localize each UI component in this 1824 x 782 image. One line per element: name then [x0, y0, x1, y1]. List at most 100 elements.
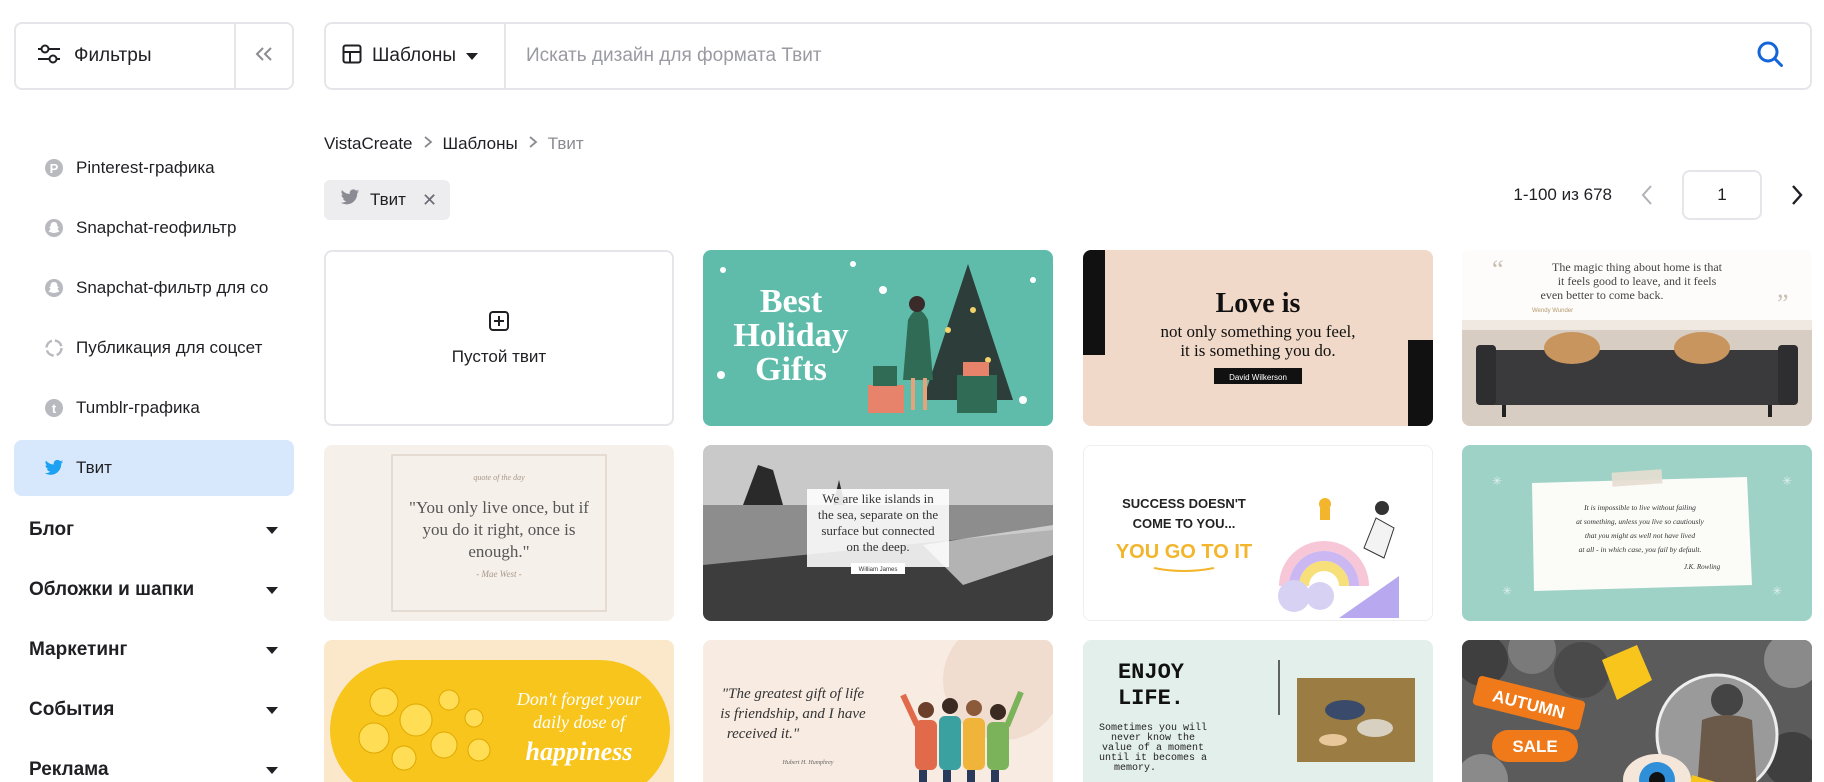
- chevron-left-icon: [1641, 185, 1652, 205]
- template-text: SUCCESS DOESN'T: [1122, 496, 1246, 511]
- svg-text:“: “: [1492, 255, 1504, 284]
- results-count: 1-100 из 678: [1513, 185, 1612, 204]
- sidebar-item-tumblr[interactable]: t Tumblr-графика: [14, 380, 294, 436]
- sidebar-item-snapchat-filter[interactable]: Snapchat-фильтр для со: [14, 260, 294, 316]
- template-text: it feels good to leave, and it feels: [1558, 274, 1717, 288]
- breadcrumb-home[interactable]: VistaCreate: [324, 134, 413, 154]
- template-text: on the deep.: [846, 539, 909, 554]
- template-card-islands[interactable]: We are like islands in the sea, separate…: [703, 445, 1053, 621]
- template-text: It is impossible to live without failing: [1583, 503, 1696, 512]
- chip-label: Твит: [370, 190, 406, 209]
- template-text: received it.": [727, 726, 800, 742]
- search-button[interactable]: [1730, 24, 1810, 88]
- template-text: daily dose of: [533, 712, 628, 732]
- chevron-down-icon: [466, 52, 479, 60]
- template-title: Holiday: [733, 317, 848, 354]
- close-icon[interactable]: ✕: [422, 190, 437, 211]
- snapchat-icon: [44, 218, 64, 238]
- sidebar-item-social-post[interactable]: Публикация для соцсет: [14, 320, 294, 376]
- sidebar-item-label: Pinterest-графика: [76, 158, 215, 177]
- sidebar-item-label: Snapchat-геофильтр: [76, 218, 237, 237]
- filters-button[interactable]: Фильтры: [16, 24, 234, 88]
- page-number-input[interactable]: [1682, 170, 1762, 220]
- chevron-down-icon: [266, 646, 278, 654]
- sidebar-category-marketing[interactable]: Маркетинг: [14, 620, 294, 680]
- prev-page-button[interactable]: [1632, 180, 1662, 210]
- pagination: 1-100 из 678: [1513, 170, 1812, 220]
- twitter-icon: [44, 458, 64, 478]
- template-title: ENJOY: [1118, 660, 1185, 685]
- search-icon: [1756, 40, 1784, 73]
- svg-text:t: t: [52, 401, 57, 416]
- template-card-live-once[interactable]: quote of the day "You only live once, bu…: [324, 445, 674, 621]
- search-type-label: Шаблоны: [372, 45, 457, 66]
- template-text: at all - in which case, you fail by defa…: [1579, 545, 1702, 554]
- template-kicker: quote of the day: [473, 473, 525, 482]
- sidebar-category-covers[interactable]: Обложки и шапки: [14, 560, 294, 620]
- collapse-sidebar-button[interactable]: [234, 24, 292, 88]
- template-text: We are like islands in: [822, 491, 934, 506]
- pinterest-icon: P: [44, 158, 64, 178]
- share-loop-icon: [44, 338, 64, 358]
- sidebar-category-ads[interactable]: Реклама: [14, 740, 294, 782]
- template-text: surface but connected: [821, 523, 935, 538]
- template-title: Love is: [1216, 288, 1301, 319]
- template-author: Hubert H. Humphrey: [782, 760, 834, 766]
- template-card-enjoy-life[interactable]: ENJOY LIFE. Sometimes you will never kno…: [1083, 640, 1433, 782]
- template-text: "You only live once, but if: [409, 498, 589, 517]
- template-title: YOU GO TO IT: [1116, 541, 1252, 563]
- sidebar-item-pinterest[interactable]: P Pinterest-графика: [14, 140, 294, 196]
- template-card-success[interactable]: SUCCESS DOESN'T COME TO YOU... YOU GO TO…: [1083, 445, 1433, 621]
- sidebar-item-snapchat-geofilter[interactable]: Snapchat-геофильтр: [14, 200, 294, 256]
- template-text: even better to come back.: [1541, 288, 1664, 302]
- template-card-friendship[interactable]: "The greatest gift of life is friendship…: [703, 640, 1053, 782]
- breadcrumb-current: Твит: [547, 134, 584, 153]
- breadcrumb-templates[interactable]: Шаблоны: [443, 134, 518, 154]
- svg-text:✳: ✳: [1492, 474, 1502, 488]
- double-chevron-left-icon: [254, 46, 274, 67]
- category-label: Маркетинг: [29, 639, 128, 660]
- filter-chip-tweet: Твит ✕: [324, 180, 450, 220]
- template-title: Gifts: [755, 351, 827, 388]
- template-author: David Wilkerson: [1229, 373, 1287, 382]
- category-label: События: [29, 699, 115, 720]
- chevron-down-icon: [266, 706, 278, 714]
- template-title: SALE: [1512, 737, 1557, 756]
- template-title: happiness: [526, 737, 633, 766]
- svg-text:✳: ✳: [1772, 584, 1782, 598]
- filters-label: Фильтры: [74, 45, 152, 66]
- sidebar-item-tweet[interactable]: Твит: [14, 440, 294, 496]
- template-text: "The greatest gift of life: [722, 686, 865, 702]
- template-card-happiness[interactable]: Don't forget your daily dose of happines…: [324, 640, 674, 782]
- category-label: Блог: [29, 519, 74, 540]
- template-title: LIFE.: [1118, 686, 1184, 711]
- template-title: Best: [760, 283, 823, 320]
- template-author: - Mae West -: [476, 569, 521, 579]
- blank-tweet-card[interactable]: Пустой твит: [324, 250, 674, 426]
- template-author: Wendy Wunder: [1532, 308, 1573, 314]
- search-type-dropdown[interactable]: Шаблоны: [326, 24, 506, 88]
- category-label: Реклама: [29, 759, 109, 780]
- sidebar-item-label: Snapchat-фильтр для со: [76, 278, 269, 297]
- chevron-down-icon: [266, 526, 278, 534]
- svg-text:✳: ✳: [1502, 584, 1512, 598]
- next-page-button[interactable]: [1782, 180, 1812, 210]
- chevron-right-icon: [528, 135, 538, 154]
- template-card-holiday[interactable]: Best Holiday Gifts: [703, 250, 1053, 426]
- template-card-home[interactable]: “ ” The magic thing about home is that i…: [1462, 250, 1812, 426]
- search-bar: Шаблоны: [324, 22, 1812, 90]
- chevron-right-icon: [423, 135, 433, 154]
- sidebar-category-events[interactable]: События: [14, 680, 294, 740]
- sidebar-category-blog[interactable]: Блог: [14, 500, 294, 560]
- sidebar-item-label: Tumblr-графика: [76, 398, 200, 417]
- template-card-rowling[interactable]: ✳ ✳ ✳ ✳ It is impossible to live without f…: [1462, 445, 1812, 621]
- svg-text:P: P: [50, 161, 59, 176]
- plus-square-icon: [488, 310, 510, 337]
- template-author: J.K. Rowling: [1684, 563, 1721, 571]
- search-input[interactable]: [526, 45, 1730, 67]
- template-card-autumn-sale[interactable]: AUTUMN SALE: [1462, 640, 1812, 782]
- template-text: Don't forget your: [516, 689, 642, 709]
- template-grid-icon: [342, 44, 362, 69]
- template-card-love-is[interactable]: Love is not only something you feel, it …: [1083, 250, 1433, 426]
- template-author: William James: [859, 567, 898, 573]
